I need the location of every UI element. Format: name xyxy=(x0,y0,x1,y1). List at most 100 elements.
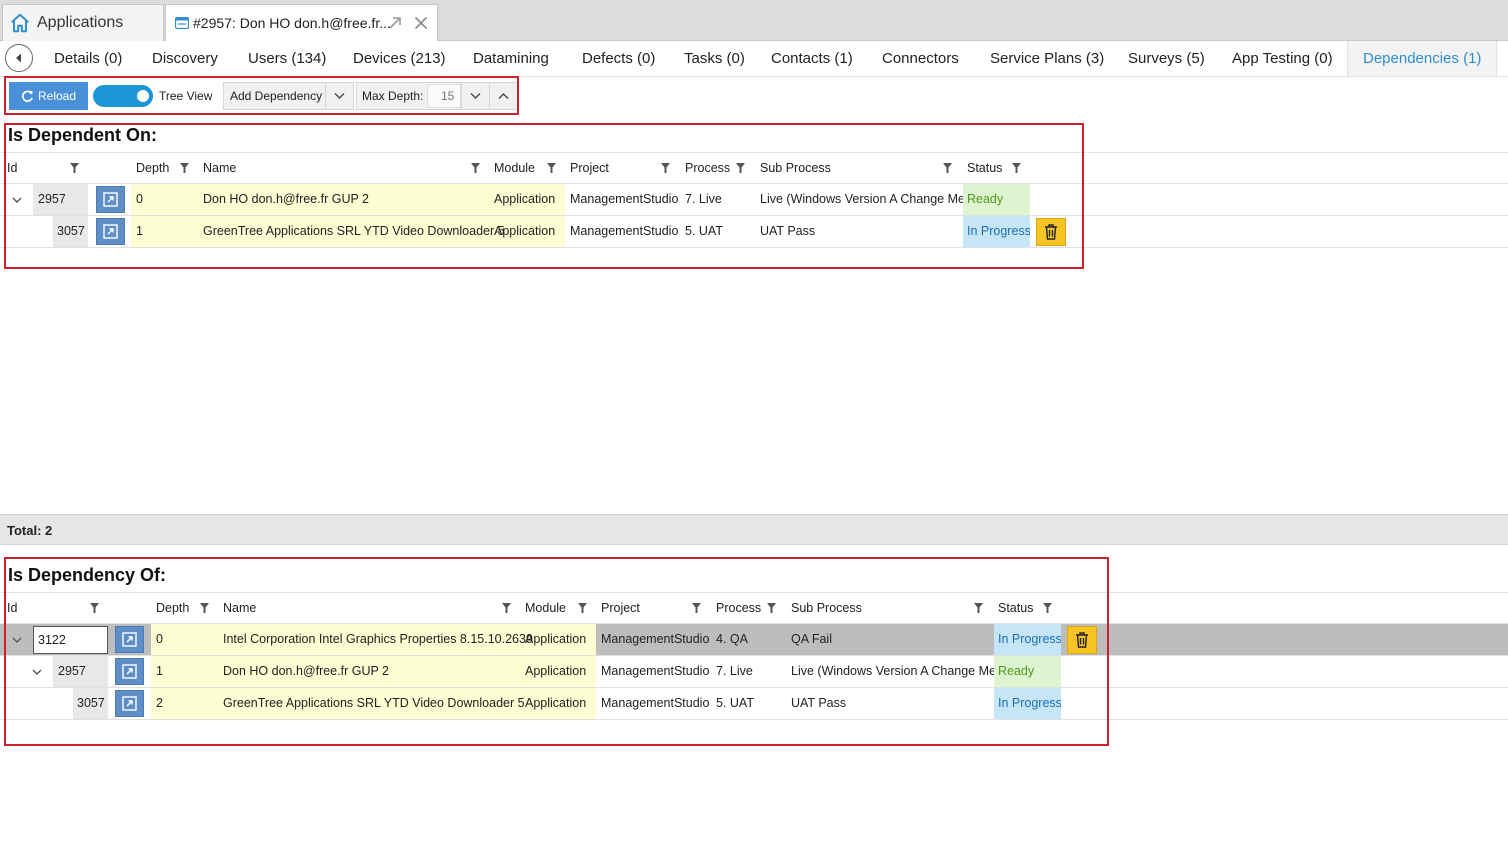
filter-icon[interactable] xyxy=(180,163,189,173)
open-record-button[interactable] xyxy=(96,218,125,245)
cell-id-editor[interactable]: 3122 xyxy=(33,626,108,654)
col-id[interactable]: Id xyxy=(7,593,17,623)
open-external-icon xyxy=(122,664,137,679)
filter-icon[interactable] xyxy=(692,603,701,613)
col-depth[interactable]: Depth xyxy=(136,153,169,183)
table-row[interactable]: 2957 0 Don HO don.h@free.fr GUP 2 Applic… xyxy=(0,184,1508,216)
col-name[interactable]: Name xyxy=(223,593,256,623)
filter-icon[interactable] xyxy=(502,603,511,613)
filter-icon[interactable] xyxy=(974,603,983,613)
col-module[interactable]: Module xyxy=(494,153,535,183)
table-row[interactable]: 2957 1 Don HO don.h@free.fr GUP 2 Applic… xyxy=(0,656,1508,688)
cell-process: 5. UAT xyxy=(685,224,723,238)
filter-icon[interactable] xyxy=(1012,163,1021,173)
filter-icon[interactable] xyxy=(1043,603,1052,613)
tab-users[interactable]: Users (134) xyxy=(248,41,326,76)
reload-button[interactable]: Reload xyxy=(9,82,88,110)
tab-tasks[interactable]: Tasks (0) xyxy=(684,41,745,76)
filter-icon[interactable] xyxy=(90,603,99,613)
cell-name: Intel Corporation Intel Graphics Propert… xyxy=(223,632,533,646)
tab-defects[interactable]: Defects (0) xyxy=(582,41,655,76)
pop-out-icon[interactable] xyxy=(387,15,403,31)
col-status[interactable]: Status xyxy=(998,593,1033,623)
filter-icon[interactable] xyxy=(70,163,79,173)
open-record-button[interactable] xyxy=(96,186,125,213)
tab-discovery[interactable]: Discovery xyxy=(152,41,218,76)
cell-process: 5. UAT xyxy=(716,696,754,710)
filter-icon[interactable] xyxy=(943,163,952,173)
col-sub-process[interactable]: Sub Process xyxy=(791,593,862,623)
open-external-icon xyxy=(103,192,118,207)
filter-icon[interactable] xyxy=(767,603,776,613)
table-row[interactable]: 3057 2 GreenTree Applications SRL YTD Vi… xyxy=(0,688,1508,720)
col-project[interactable]: Project xyxy=(601,593,640,623)
col-id[interactable]: Id xyxy=(7,153,17,183)
tab-dependencies[interactable]: Dependencies (1) xyxy=(1347,41,1498,76)
table-row[interactable]: 3057 1 GreenTree Applications SRL YTD Vi… xyxy=(0,216,1508,248)
max-depth-control: Max Depth: 15 xyxy=(356,82,519,110)
col-name[interactable]: Name xyxy=(203,153,236,183)
col-project[interactable]: Project xyxy=(570,153,609,183)
col-sub-process[interactable]: Sub Process xyxy=(760,153,831,183)
filter-icon[interactable] xyxy=(661,163,670,173)
status-badge: In Progress xyxy=(963,216,1030,247)
cell-name: GreenTree Applications SRL YTD Video Dow… xyxy=(223,696,525,710)
col-status[interactable]: Status xyxy=(967,153,1002,183)
chevron-down-icon[interactable] xyxy=(11,194,23,206)
trash-icon xyxy=(1045,224,1057,240)
tab-app-testing[interactable]: App Testing (0) xyxy=(1232,41,1333,76)
tab-datamining[interactable]: Datamining xyxy=(473,41,549,76)
cell-sub-process: Live (Windows Version A Change Me) xyxy=(760,192,970,206)
tree-view-label: Tree View xyxy=(159,89,213,103)
tab-details[interactable]: Details (0) xyxy=(54,41,122,76)
max-depth-label: Max Depth: xyxy=(362,89,424,103)
filter-icon[interactable] xyxy=(200,603,209,613)
delete-dependency-button[interactable] xyxy=(1067,626,1097,654)
cell-name: Don HO don.h@free.fr GUP 2 xyxy=(203,192,370,206)
tab-service-plans[interactable]: Service Plans (3) xyxy=(990,41,1104,76)
col-process[interactable]: Process xyxy=(685,153,730,183)
cell-project: ManagementStudio xyxy=(570,192,679,206)
add-dependency-button[interactable]: Add Dependency xyxy=(224,83,326,109)
home-icon xyxy=(11,13,29,33)
chevron-down-icon[interactable] xyxy=(11,634,23,646)
filter-icon[interactable] xyxy=(578,603,587,613)
add-dependency-split-button: Add Dependency xyxy=(223,82,354,110)
max-depth-decrease-button[interactable] xyxy=(461,83,489,109)
cell-name: Don HO don.h@free.fr GUP 2 xyxy=(223,664,390,678)
tab-connectors[interactable]: Connectors xyxy=(882,41,959,76)
chevron-up-icon xyxy=(498,93,509,99)
cell-sub-process: UAT Pass xyxy=(760,224,816,238)
tab-contacts[interactable]: Contacts (1) xyxy=(771,41,853,76)
tab-devices[interactable]: Devices (213) xyxy=(353,41,446,76)
tab-application-2957[interactable]: #2957: Don HO don.h@free.fr... xyxy=(165,4,438,41)
table-row[interactable]: 3122 0 Intel Corporation Intel Graphics … xyxy=(0,624,1508,656)
tab-applications[interactable]: Applications xyxy=(2,4,164,41)
cell-project: ManagementStudio xyxy=(601,696,710,710)
back-button[interactable] xyxy=(5,44,33,72)
tab-application-2957-label: #2957: Don HO don.h@free.fr... xyxy=(193,15,391,31)
add-dependency-dropdown[interactable] xyxy=(326,92,353,100)
filter-icon[interactable] xyxy=(471,163,480,173)
tree-view-toggle[interactable] xyxy=(93,85,153,107)
col-process[interactable]: Process xyxy=(716,593,761,623)
dependencies-toolbar: Reload Tree View Add Dependency Max Dept… xyxy=(0,77,1508,115)
toggle-knob xyxy=(137,90,149,102)
open-record-button[interactable] xyxy=(115,690,144,717)
cell-process: 4. QA xyxy=(716,632,748,646)
delete-dependency-button[interactable] xyxy=(1036,218,1066,246)
status-badge: In Progress xyxy=(994,624,1061,655)
filter-icon[interactable] xyxy=(736,163,745,173)
max-depth-increase-button[interactable] xyxy=(489,83,517,109)
cell-name: GreenTree Applications SRL YTD Video Dow… xyxy=(203,224,505,238)
col-module[interactable]: Module xyxy=(525,593,566,623)
filter-icon[interactable] xyxy=(547,163,556,173)
open-record-button[interactable] xyxy=(115,658,144,685)
max-depth-input[interactable]: 15 xyxy=(427,84,462,108)
chevron-down-icon[interactable] xyxy=(31,666,43,678)
app-card-icon xyxy=(175,17,189,29)
close-icon[interactable] xyxy=(413,15,429,31)
tab-surveys[interactable]: Surveys (5) xyxy=(1128,41,1205,76)
col-depth[interactable]: Depth xyxy=(156,593,189,623)
open-record-button[interactable] xyxy=(115,626,144,653)
